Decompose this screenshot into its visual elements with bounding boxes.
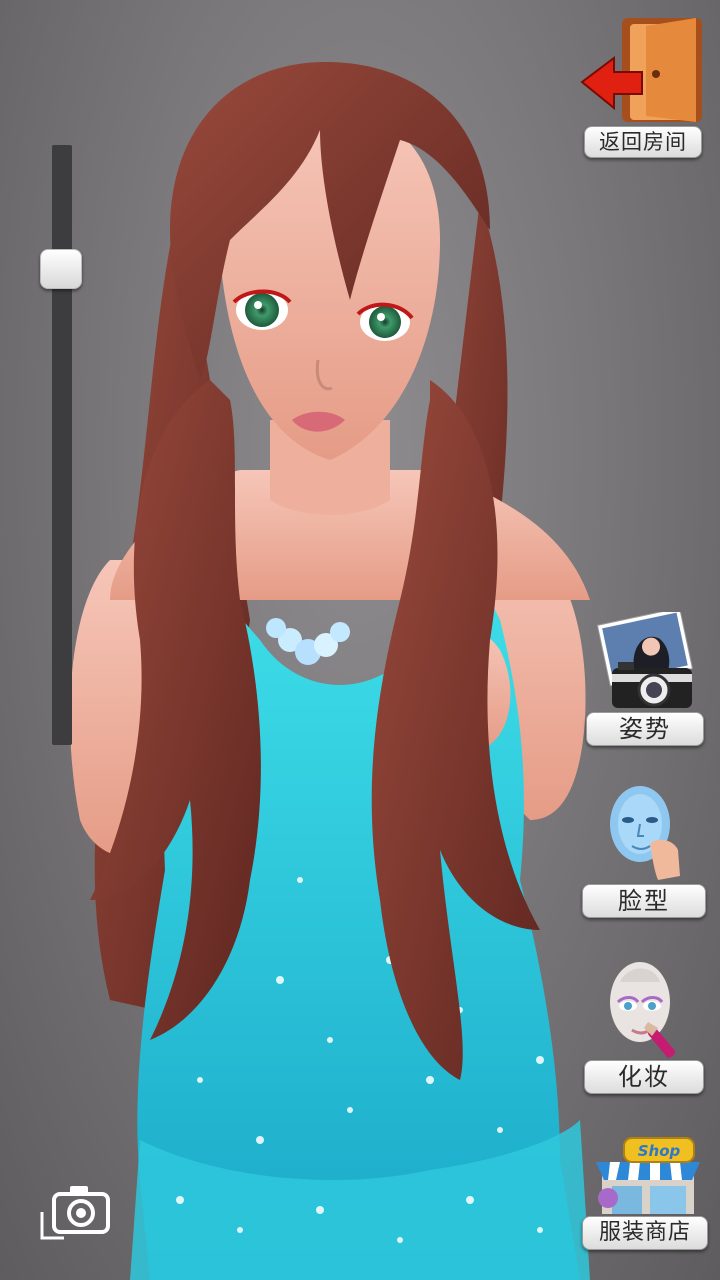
face-shape-label: 脸型 [582, 884, 706, 918]
makeup-label: 化妆 [584, 1060, 704, 1094]
photo-camera-icon [596, 612, 694, 708]
makeup-brush-icon [610, 962, 676, 1058]
clothing-shop-button[interactable]: Shop 服装商店 [582, 1136, 710, 1250]
camera-icon [40, 1186, 110, 1240]
game-viewport[interactable]: 返回房间 姿势 脸型 化妆 Shop 服装商店 [0, 0, 720, 1280]
pose-button[interactable]: 姿势 [582, 612, 708, 746]
face-model-icon [610, 786, 680, 880]
makeup-button[interactable]: 化妆 [582, 956, 708, 1094]
shop-sign-text: Shop [638, 1142, 681, 1160]
storefront-icon: Shop [596, 1137, 700, 1214]
screenshot-button[interactable] [40, 1182, 112, 1244]
door-exit-icon [580, 18, 702, 122]
face-shape-button[interactable]: 脸型 [580, 784, 708, 918]
necklace [266, 618, 350, 665]
zoom-slider-track[interactable] [52, 145, 72, 745]
zoom-slider-handle[interactable] [40, 249, 82, 289]
clothing-shop-label: 服装商店 [582, 1216, 708, 1250]
pose-label: 姿势 [586, 712, 704, 746]
back-to-room-label: 返回房间 [584, 126, 702, 158]
back-to-room-button[interactable]: 返回房间 [580, 14, 706, 158]
